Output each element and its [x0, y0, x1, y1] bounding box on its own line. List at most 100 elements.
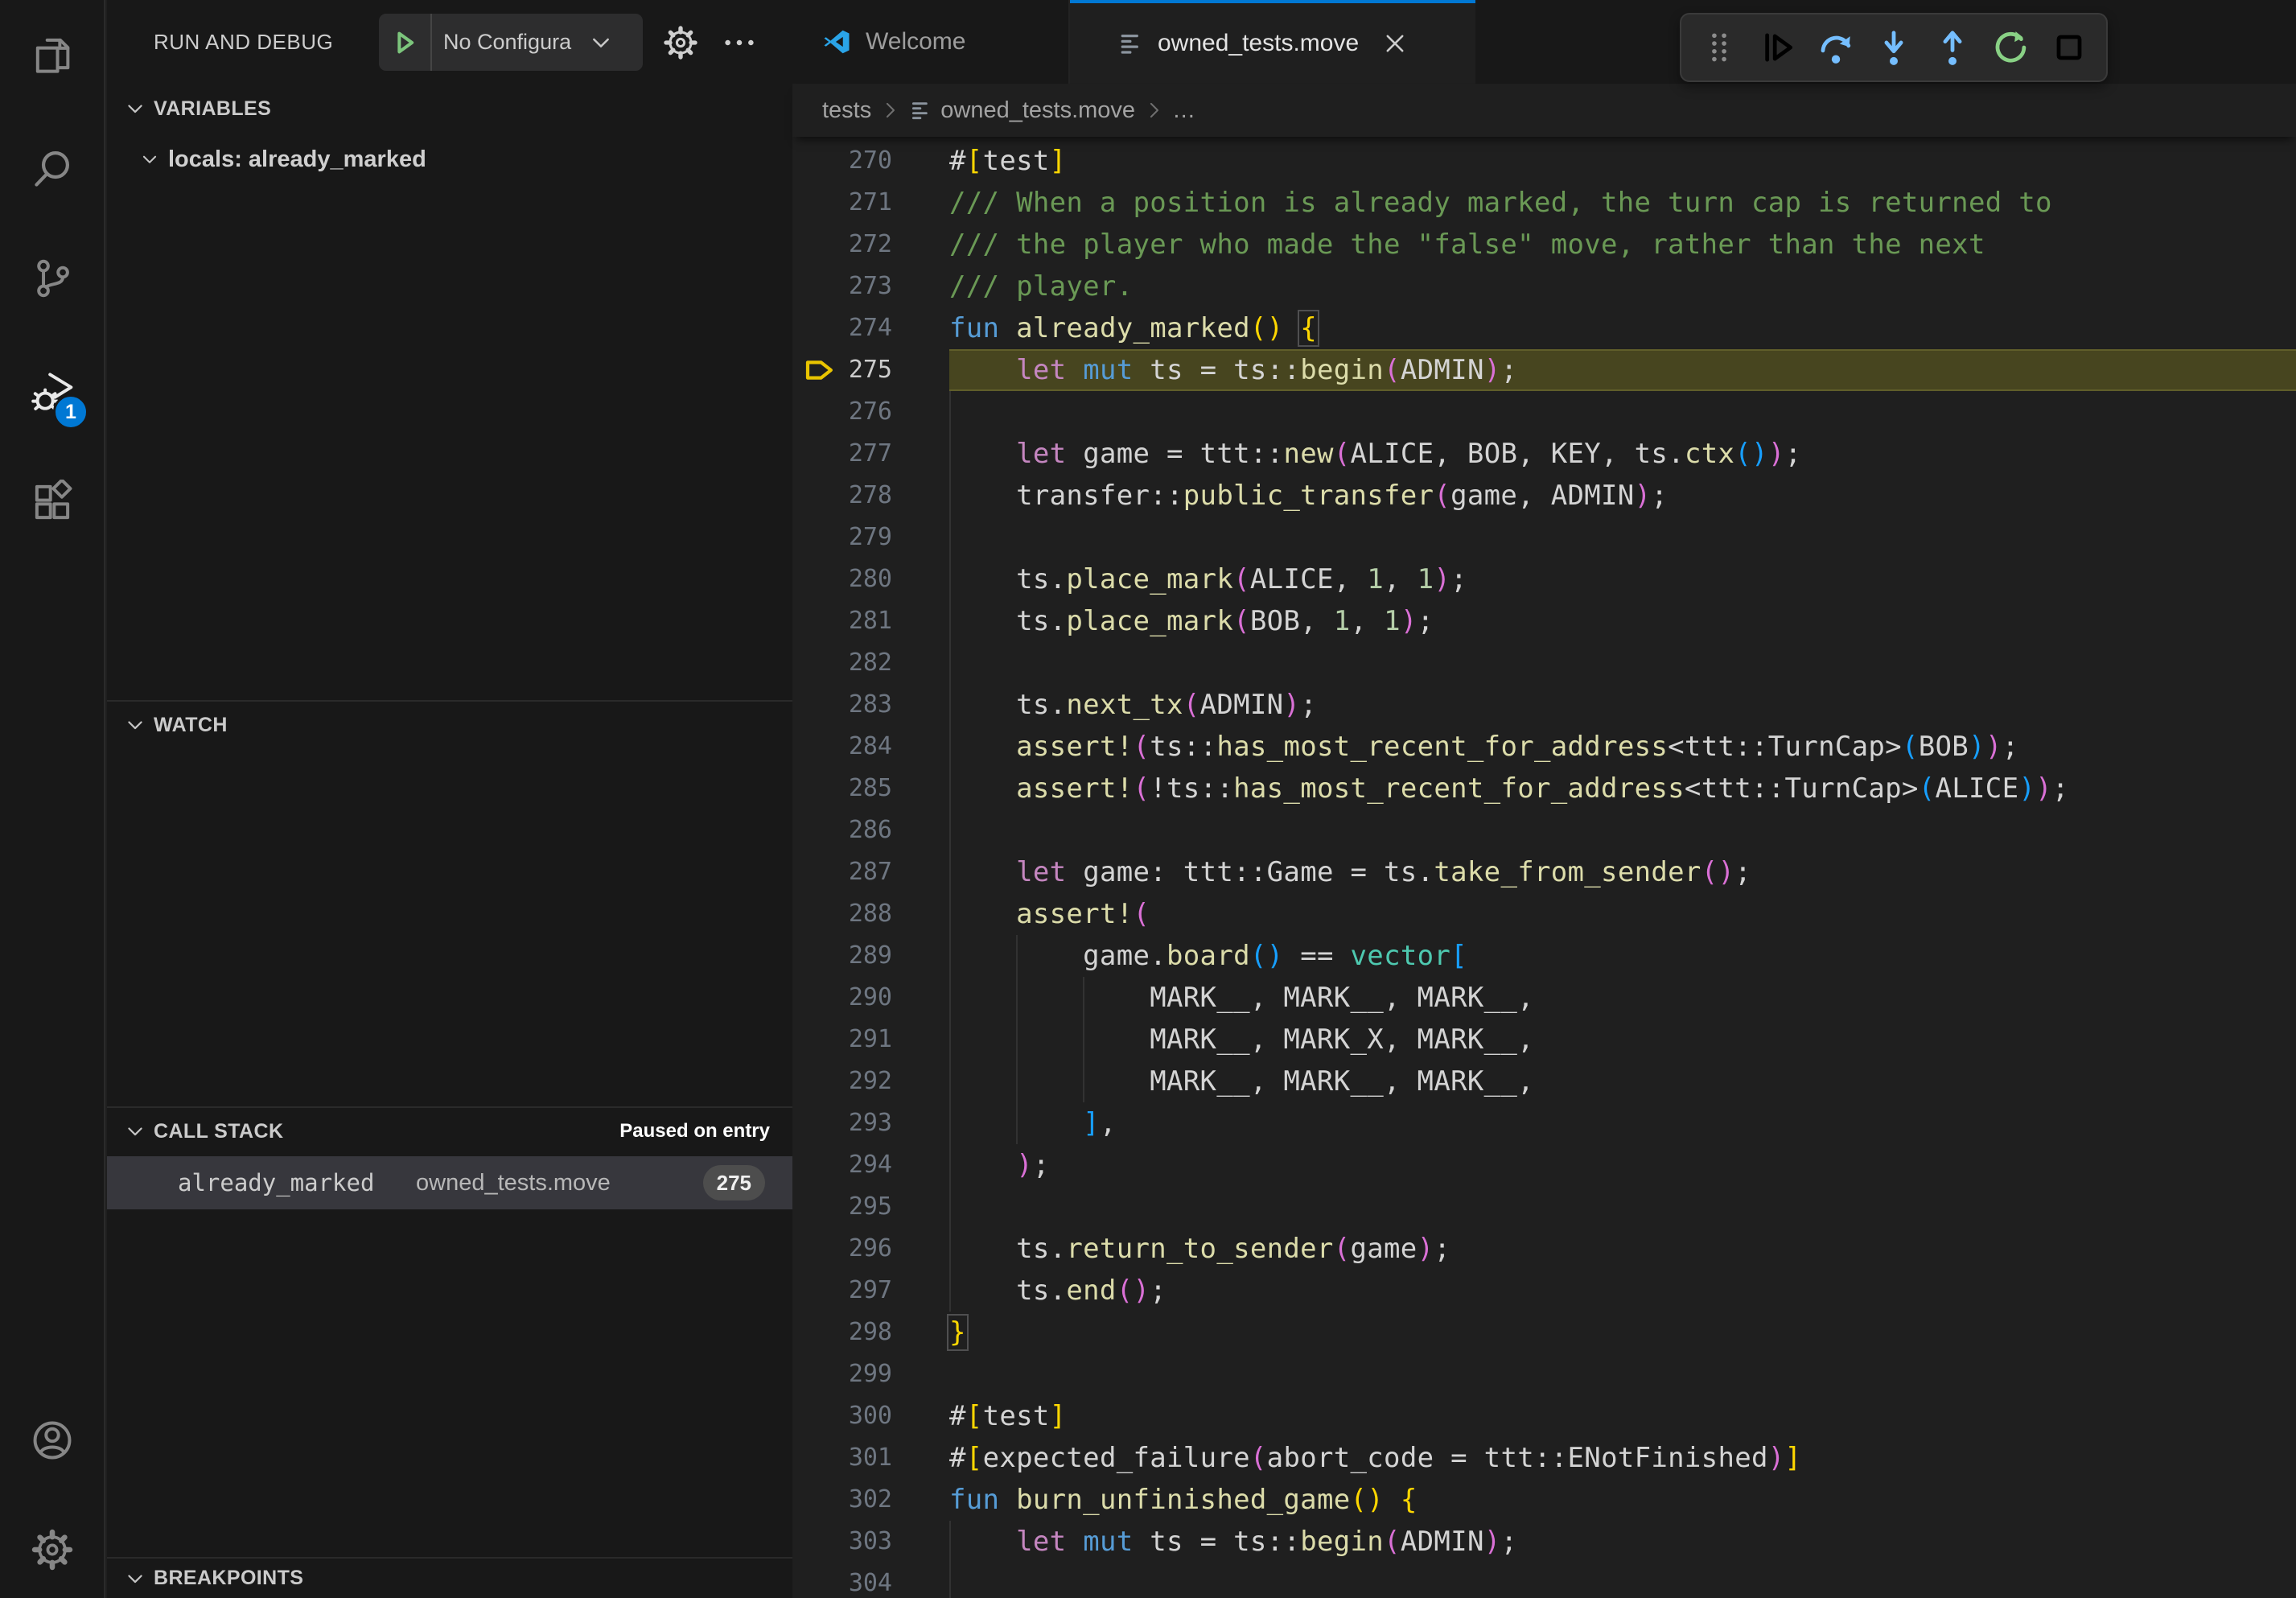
launch-divider: [430, 14, 432, 71]
chevron-down-icon: [139, 149, 160, 170]
code-line[interactable]: 299: [792, 1353, 2296, 1395]
line-number: 299: [792, 1353, 892, 1395]
toolbar-gripper[interactable]: [1698, 27, 1740, 68]
code-line[interactable]: 301#[expected_failure(abort_code = ttt::…: [792, 1437, 2296, 1479]
code-line[interactable]: 275 let mut ts = ts::begin(ADMIN);: [792, 349, 2296, 391]
chevron-down-icon[interactable]: [588, 30, 614, 56]
debug-settings-gear-icon[interactable]: [662, 24, 699, 61]
code-line[interactable]: 284 assert!(ts::has_most_recent_for_addr…: [792, 726, 2296, 768]
line-number: 301: [792, 1437, 892, 1479]
code-line[interactable]: 294 );: [792, 1144, 2296, 1186]
code-line[interactable]: 271/// When a position is already marked…: [792, 182, 2296, 224]
line-number: 273: [792, 266, 892, 307]
breadcrumb-item-file[interactable]: owned_tests.move: [940, 97, 1135, 124]
line-number: 289: [792, 935, 892, 977]
code-line[interactable]: 277 let game = ttt::new(ALICE, BOB, KEY,…: [792, 433, 2296, 475]
watch-section-header[interactable]: WATCH: [107, 702, 792, 748]
stop-button[interactable]: [2048, 27, 2090, 68]
code-line[interactable]: 293 ],: [792, 1102, 2296, 1144]
move-file-icon: [1117, 30, 1144, 57]
tab-label: owned_tests.move: [1158, 30, 1359, 57]
frame-file-name: owned_tests.move: [416, 1170, 611, 1196]
line-number: 291: [792, 1019, 892, 1061]
indent-guide: [949, 517, 951, 558]
code-text: let mut ts = ts::begin(ADMIN);: [949, 349, 1517, 391]
line-number: 297: [792, 1270, 892, 1312]
explorer-icon[interactable]: [30, 33, 75, 78]
code-line[interactable]: 272/// the player who made the "false" m…: [792, 224, 2296, 266]
step-into-button[interactable]: [1873, 27, 1915, 68]
line-number: 279: [792, 517, 892, 558]
restart-button[interactable]: [1989, 27, 2031, 68]
chevron-down-icon: [124, 1567, 146, 1590]
code-text: assert!(!ts::has_most_recent_for_address…: [949, 768, 2069, 809]
tab-welcome[interactable]: Welcome: [792, 0, 1070, 84]
tab-owned-tests-move[interactable]: owned_tests.move: [1070, 0, 1475, 84]
more-actions-icon[interactable]: [721, 24, 758, 61]
extensions-icon[interactable]: [30, 480, 75, 525]
line-number: 287: [792, 851, 892, 893]
code-line[interactable]: 273/// player.: [792, 266, 2296, 307]
code-line[interactable]: 280 ts.place_mark(ALICE, 1, 1);: [792, 558, 2296, 600]
breadcrumb-item-ellipsis[interactable]: …: [1172, 97, 1195, 124]
line-number: 303: [792, 1521, 892, 1563]
code-line[interactable]: 281 ts.place_mark(BOB, 1, 1);: [792, 600, 2296, 642]
code-text: ts.return_to_sender(game);: [949, 1228, 1450, 1270]
code-line[interactable]: 282: [792, 642, 2296, 684]
debug-configuration-select[interactable]: No Configura: [443, 30, 601, 55]
code-line[interactable]: 276: [792, 391, 2296, 433]
locals-scope-row[interactable]: locals: already_marked: [107, 137, 792, 182]
code-line[interactable]: 286: [792, 809, 2296, 851]
indent-guide: [949, 1186, 951, 1228]
indent-guide: [949, 1563, 951, 1598]
source-control-icon[interactable]: [30, 256, 75, 301]
code-line[interactable]: 279: [792, 517, 2296, 558]
code-line[interactable]: 303 let mut ts = ts::begin(ADMIN);: [792, 1521, 2296, 1563]
code-line[interactable]: 290 MARK__, MARK__, MARK__,: [792, 977, 2296, 1019]
watch-label: WATCH: [154, 714, 228, 737]
account-icon[interactable]: [30, 1418, 75, 1463]
line-number: 276: [792, 391, 892, 433]
start-debug-play-icon[interactable]: [389, 27, 421, 59]
code-line[interactable]: 298}: [792, 1312, 2296, 1353]
code-line[interactable]: 304: [792, 1563, 2296, 1598]
search-icon[interactable]: [30, 146, 75, 191]
breadcrumb-item-tests[interactable]: tests: [822, 97, 871, 124]
code-line[interactable]: 285 assert!(!ts::has_most_recent_for_add…: [792, 768, 2296, 809]
start-debugging-split-button[interactable]: No Configura: [379, 14, 643, 71]
code-editor[interactable]: 270#[test]271/// When a position is alre…: [792, 137, 2296, 1598]
code-line[interactable]: 283 ts.next_tx(ADMIN);: [792, 684, 2296, 726]
code-line[interactable]: 302fun burn_unfinished_game() {: [792, 1479, 2296, 1521]
step-over-button[interactable]: [1815, 27, 1857, 68]
code-text: );: [949, 1144, 1050, 1186]
code-line[interactable]: 297 ts.end();: [792, 1270, 2296, 1312]
settings-gear-icon[interactable]: [30, 1527, 75, 1572]
code-text: MARK__, MARK__, MARK__,: [949, 977, 1534, 1019]
call-stack-section-header[interactable]: CALL STACK Paused on entry: [107, 1108, 792, 1155]
line-number: 278: [792, 475, 892, 517]
code-line[interactable]: 288 assert!(: [792, 893, 2296, 935]
code-line[interactable]: 291 MARK__, MARK_X, MARK__,: [792, 1019, 2296, 1061]
code-line[interactable]: 292 MARK__, MARK__, MARK__,: [792, 1061, 2296, 1102]
code-text: }: [949, 1312, 966, 1353]
code-text: let game: ttt::Game = ts.take_from_sende…: [949, 851, 1751, 893]
code-line[interactable]: 295: [792, 1186, 2296, 1228]
code-line[interactable]: 289 game.board() == vector[: [792, 935, 2296, 977]
variables-section-header[interactable]: VARIABLES: [107, 84, 792, 134]
code-line[interactable]: 300#[test]: [792, 1395, 2296, 1437]
step-out-button[interactable]: [1932, 27, 1973, 68]
continue-button[interactable]: [1756, 27, 1798, 68]
call-stack-frame-row[interactable]: already_marked owned_tests.move 275: [107, 1156, 792, 1209]
line-number: 283: [792, 684, 892, 726]
breakpoints-section-header[interactable]: BREAKPOINTS: [107, 1559, 792, 1598]
move-file-icon: [908, 98, 932, 122]
breakpoints-label: BREAKPOINTS: [154, 1567, 303, 1590]
code-line[interactable]: 270#[test]: [792, 140, 2296, 182]
code-line[interactable]: 278 transfer::public_transfer(game, ADMI…: [792, 475, 2296, 517]
code-line[interactable]: 287 let game: ttt::Game = ts.take_from_s…: [792, 851, 2296, 893]
code-line[interactable]: 296 ts.return_to_sender(game);: [792, 1228, 2296, 1270]
close-icon[interactable]: [1381, 30, 1409, 57]
code-line[interactable]: 274fun already_marked() {: [792, 307, 2296, 349]
line-number: 293: [792, 1102, 892, 1144]
line-number: 286: [792, 809, 892, 851]
